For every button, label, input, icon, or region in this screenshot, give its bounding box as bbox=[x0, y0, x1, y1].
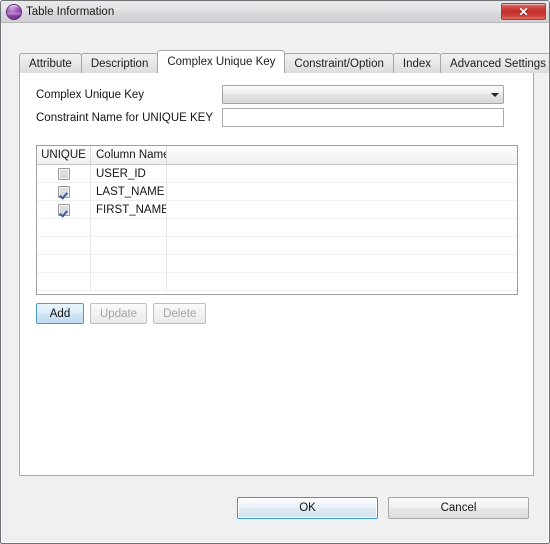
table-row[interactable]: LAST_NAME bbox=[37, 183, 517, 201]
update-button[interactable]: Update bbox=[90, 303, 148, 324]
spacer-cell[interactable] bbox=[167, 219, 517, 236]
title-bar[interactable]: Table Information ✕ bbox=[1, 1, 549, 23]
unique-cell[interactable] bbox=[37, 219, 91, 236]
table-information-dialog: Table Information ✕ Attribute Descriptio… bbox=[0, 0, 550, 544]
complex-unique-key-label: Complex Unique Key bbox=[36, 89, 145, 101]
constraint-name-input[interactable] bbox=[222, 108, 504, 127]
add-button[interactable]: Add bbox=[36, 303, 84, 324]
column-name-cell[interactable] bbox=[91, 273, 167, 290]
delete-button-label: Delete bbox=[163, 307, 197, 320]
tab-label: Complex Unique Key bbox=[167, 56, 276, 68]
tab-advanced-settings[interactable]: Advanced Settings bbox=[440, 53, 549, 73]
table-row[interactable] bbox=[37, 219, 517, 237]
table-header-row: UNIQUE Column Name bbox=[37, 146, 517, 165]
spacer-cell[interactable] bbox=[167, 183, 517, 200]
table-row[interactable]: FIRST_NAME bbox=[37, 201, 517, 219]
spacer-cell[interactable] bbox=[167, 273, 517, 290]
tab-index[interactable]: Index bbox=[392, 53, 442, 73]
update-button-label: Update bbox=[100, 307, 138, 320]
tab-label: Attribute bbox=[29, 57, 72, 70]
tab-complex-unique-key[interactable]: Complex Unique Key bbox=[157, 50, 286, 73]
table-row[interactable] bbox=[37, 273, 517, 291]
unique-columns-table: UNIQUE Column Name USER_ID LAST_NAME FIR… bbox=[36, 145, 518, 295]
spacer-cell[interactable] bbox=[167, 237, 517, 254]
unique-checkbox[interactable] bbox=[57, 167, 70, 180]
unique-cell[interactable] bbox=[37, 183, 91, 200]
column-name-cell[interactable]: USER_ID bbox=[91, 165, 167, 182]
tab-content-panel: Complex Unique Key Constraint Name for U… bbox=[19, 72, 534, 476]
cancel-button[interactable]: Cancel bbox=[388, 497, 529, 519]
column-header-spacer[interactable] bbox=[167, 146, 517, 164]
chevron-down-icon bbox=[487, 86, 503, 103]
tab-label: Advanced Settings bbox=[450, 57, 546, 70]
column-name-cell[interactable]: FIRST_NAME bbox=[91, 201, 167, 218]
tab-label: Constraint/Option bbox=[294, 57, 384, 70]
window-title: Table Information bbox=[26, 5, 115, 18]
unique-cell[interactable] bbox=[37, 273, 91, 290]
table-row[interactable] bbox=[37, 237, 517, 255]
table-row[interactable]: USER_ID bbox=[37, 165, 517, 183]
column-header-unique[interactable]: UNIQUE bbox=[37, 146, 91, 164]
ok-button-label: OK bbox=[299, 502, 316, 514]
spacer-cell[interactable] bbox=[167, 255, 517, 272]
column-name-cell[interactable]: LAST_NAME bbox=[91, 183, 167, 200]
unique-cell[interactable] bbox=[37, 255, 91, 272]
unique-cell[interactable] bbox=[37, 165, 91, 182]
unique-checkbox[interactable] bbox=[57, 203, 70, 216]
close-icon: ✕ bbox=[518, 4, 529, 19]
tab-label: Description bbox=[90, 57, 149, 70]
constraint-name-row: Constraint Name for UNIQUE KEY bbox=[36, 109, 213, 127]
unique-cell[interactable] bbox=[37, 201, 91, 218]
tab-description[interactable]: Description bbox=[80, 53, 159, 73]
tab-strip: Attribute Description Complex Unique Key… bbox=[19, 50, 549, 73]
delete-button[interactable]: Delete bbox=[153, 303, 207, 324]
close-button[interactable]: ✕ bbox=[501, 3, 546, 20]
table-row[interactable] bbox=[37, 255, 517, 273]
spacer-cell[interactable] bbox=[167, 201, 517, 218]
complex-unique-key-row: Complex Unique Key bbox=[36, 86, 144, 104]
unique-cell[interactable] bbox=[37, 237, 91, 254]
purple-sphere-icon bbox=[7, 4, 21, 19]
grid-action-buttons: Add Update Delete bbox=[36, 303, 212, 324]
cancel-button-label: Cancel bbox=[440, 502, 477, 514]
column-name-cell[interactable] bbox=[91, 219, 167, 236]
spacer-cell[interactable] bbox=[167, 165, 517, 182]
column-name-cell[interactable] bbox=[91, 255, 167, 272]
complex-unique-key-select[interactable] bbox=[222, 85, 504, 104]
column-name-cell[interactable] bbox=[91, 237, 167, 254]
dialog-footer: OK Cancel bbox=[1, 475, 549, 543]
tab-label: Index bbox=[402, 57, 432, 70]
tab-attribute[interactable]: Attribute bbox=[19, 53, 82, 73]
unique-checkbox[interactable] bbox=[57, 185, 70, 198]
constraint-name-label: Constraint Name for UNIQUE KEY bbox=[36, 112, 214, 124]
tab-constraint-option[interactable]: Constraint/Option bbox=[284, 53, 394, 73]
ok-button[interactable]: OK bbox=[237, 497, 378, 519]
column-header-column-name[interactable]: Column Name bbox=[91, 146, 167, 164]
add-button-label: Add bbox=[49, 307, 71, 320]
